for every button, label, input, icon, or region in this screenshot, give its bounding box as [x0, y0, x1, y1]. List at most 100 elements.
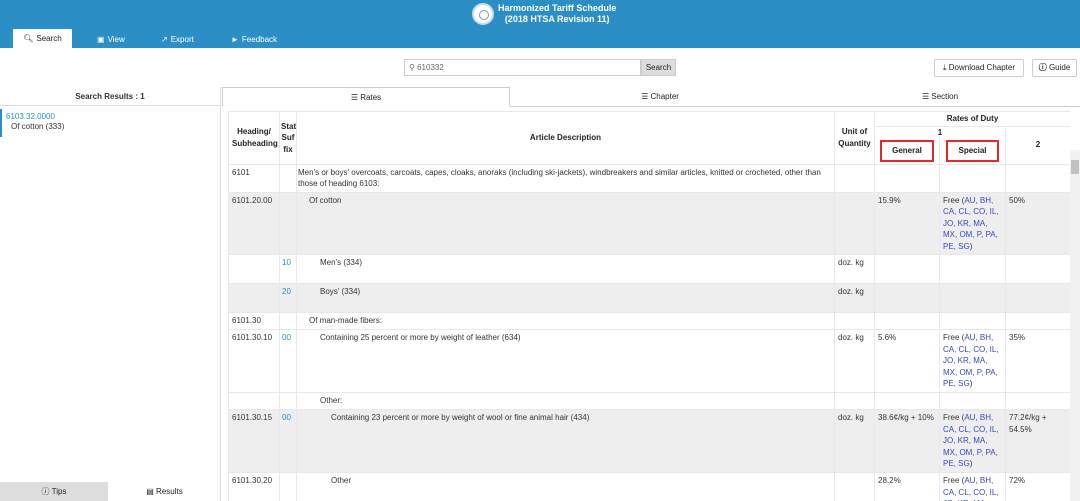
general-rate-cell	[874, 392, 940, 410]
special-text: Free (	[943, 413, 965, 422]
stat-suffix-column-header: Stat Suf fix	[279, 111, 297, 165]
rates-icon: ☰	[350, 93, 359, 102]
stat-suffix-cell	[279, 191, 297, 255]
general-rate-cell	[874, 254, 940, 284]
download-chapter-button[interactable]: ⤓ Download Chapter	[934, 59, 1024, 77]
table-row: Other:	[228, 392, 1070, 410]
chapter-icon: ☰	[641, 92, 649, 101]
list-icon: ▤	[146, 487, 154, 496]
article-description-cell: Of cotton	[296, 191, 835, 255]
search-results-panel: Search Results : 1 6103.32.0000 Of cotto…	[0, 87, 221, 501]
search-button[interactable]: Search	[641, 59, 676, 76]
general-rate-cell: 28.2%	[874, 472, 940, 501]
article-description-cell: Containing 23 percent or more by weight …	[296, 409, 835, 473]
search-icon: 🔍︎	[23, 34, 34, 43]
general-rate-cell	[874, 312, 940, 330]
table-row: 10 Men's (334) doz. kg	[228, 254, 1070, 284]
general-rate-cell: 38.6¢/kg + 10%	[874, 409, 940, 473]
tab-chapter[interactable]: ☰ Chapter	[510, 87, 810, 106]
result-code: 6103.32.0000	[6, 112, 55, 121]
section-icon: ☰	[921, 92, 930, 101]
unit-cell	[834, 163, 875, 193]
tips-button[interactable]: ⓘ Tips	[0, 482, 108, 501]
export-icon: ↗	[161, 35, 168, 44]
download-icon: ⤓	[942, 63, 947, 72]
column-2-rate-cell	[1005, 392, 1070, 410]
unit-cell	[834, 472, 875, 501]
table-row: 6101 Men's or boys' overcoats, carcoats, …	[228, 163, 1070, 193]
special-rate-cell: Free (AU, BH, CA, CL, CO, IL, JO, KR, MA…	[939, 329, 1006, 393]
tab-rates[interactable]: ☰ Rates	[222, 87, 510, 106]
general-rate-header: General	[874, 138, 940, 165]
article-description-cell: Men's (334)	[296, 254, 835, 284]
results-button[interactable]: ▤ Results	[108, 482, 221, 501]
nav-search-tab[interactable]: 🔍︎ Search	[13, 29, 72, 48]
tab-section[interactable]: ☰ Section	[810, 87, 1070, 106]
heading-cell: 6101.30.15	[228, 409, 280, 473]
nav-view-tab[interactable]: ▣ View	[97, 33, 125, 48]
column-2-rate-cell	[1005, 163, 1070, 193]
stat-suffix-cell: 00	[279, 409, 297, 473]
scrollbar-thumb[interactable]	[1071, 160, 1079, 174]
article-description-column-header: Article Description	[296, 111, 835, 165]
search-results-heading: Search Results : 1	[0, 87, 220, 106]
general-rate-cell	[874, 163, 940, 193]
tariff-table: Heading/ Subheading Stat Suf fix Article…	[228, 111, 1070, 501]
general-rate-cell: 5.6%	[874, 329, 940, 393]
unit-cell: doz. kg	[834, 329, 875, 393]
column-2-rate-cell: 35%	[1005, 329, 1070, 393]
search-result-item[interactable]: 6103.32.0000 Of cotton (333)	[0, 109, 220, 137]
heading-cell	[228, 254, 280, 284]
column-2-rate-cell	[1005, 283, 1070, 313]
bullhorn-icon: ►	[231, 35, 239, 44]
article-description-cell: Men's or boys' overcoats, carcoats, cape…	[296, 163, 835, 193]
nav-export-tab[interactable]: ↗ Export	[161, 33, 194, 48]
search-icon: ⚲	[409, 63, 415, 72]
unit-of-quantity-column-header: Unit of Quantity	[834, 111, 875, 165]
search-input[interactable]: ⚲ 610332	[404, 59, 641, 76]
special-text: )	[969, 459, 973, 468]
tab-divider	[510, 106, 1080, 107]
table-scrollbar[interactable]	[1070, 150, 1080, 501]
heading-column-header: Heading/ Subheading	[228, 111, 280, 165]
stat-suffix-cell	[279, 472, 297, 501]
heading-cell	[228, 283, 280, 313]
tariff-table-container: Heading/ Subheading Stat Suf fix Article…	[228, 111, 1070, 501]
unit-cell: doz. kg	[834, 283, 875, 313]
unit-cell: doz. kg	[834, 254, 875, 284]
special-rate-cell	[939, 312, 1006, 330]
table-row: 6101.30.15 00 Containing 23 percent or mor…	[228, 409, 1070, 473]
table-row: 6101.30.20 Other 28.2% Free (AU, BH, CA, CL…	[228, 472, 1070, 501]
heading-cell: 6101.30.10	[228, 329, 280, 393]
rate-column-2-header: 2	[1005, 125, 1070, 165]
column-2-rate-cell	[1005, 254, 1070, 284]
special-rate-cell	[939, 392, 1006, 410]
column-2-rate-cell: 77.2¢/kg + 54.5%	[1005, 409, 1070, 473]
heading-cell	[228, 392, 280, 410]
article-description-cell: Other:	[296, 392, 835, 410]
stat-suffix-cell: 10	[279, 254, 297, 284]
heading-cell: 6101	[228, 163, 280, 193]
special-rate-cell: Free (AU, BH, CA, CL, CO, IL, JO, KR, MA…	[939, 472, 1006, 501]
stat-suffix-cell	[279, 163, 297, 193]
special-rate-cell: Free (AU, BH, CA, CL, CO, IL, JO, KR, MA…	[939, 191, 1006, 255]
unit-cell	[834, 392, 875, 410]
article-description-cell: Boys' (334)	[296, 283, 835, 313]
special-rate-cell	[939, 254, 1006, 284]
general-rate-cell	[874, 283, 940, 313]
special-text: Free (	[943, 476, 965, 485]
result-description: Of cotton (333)	[11, 122, 65, 131]
special-rate-header: Special	[939, 138, 1006, 165]
stat-suffix-cell: 20	[279, 283, 297, 313]
unit-cell	[834, 312, 875, 330]
stat-suffix-cell	[279, 392, 297, 410]
special-text: Free (	[943, 333, 965, 342]
unit-cell	[834, 191, 875, 255]
special-text: )	[969, 379, 973, 388]
special-rate-cell	[939, 283, 1006, 313]
column-2-rate-cell	[1005, 312, 1070, 330]
nav-feedback-tab[interactable]: ► Feedback	[231, 33, 277, 48]
column-2-rate-cell: 72%	[1005, 472, 1070, 501]
rates-of-duty-header: Rates of Duty	[874, 111, 1070, 127]
guide-button[interactable]: ⓘ Guide	[1032, 59, 1077, 77]
